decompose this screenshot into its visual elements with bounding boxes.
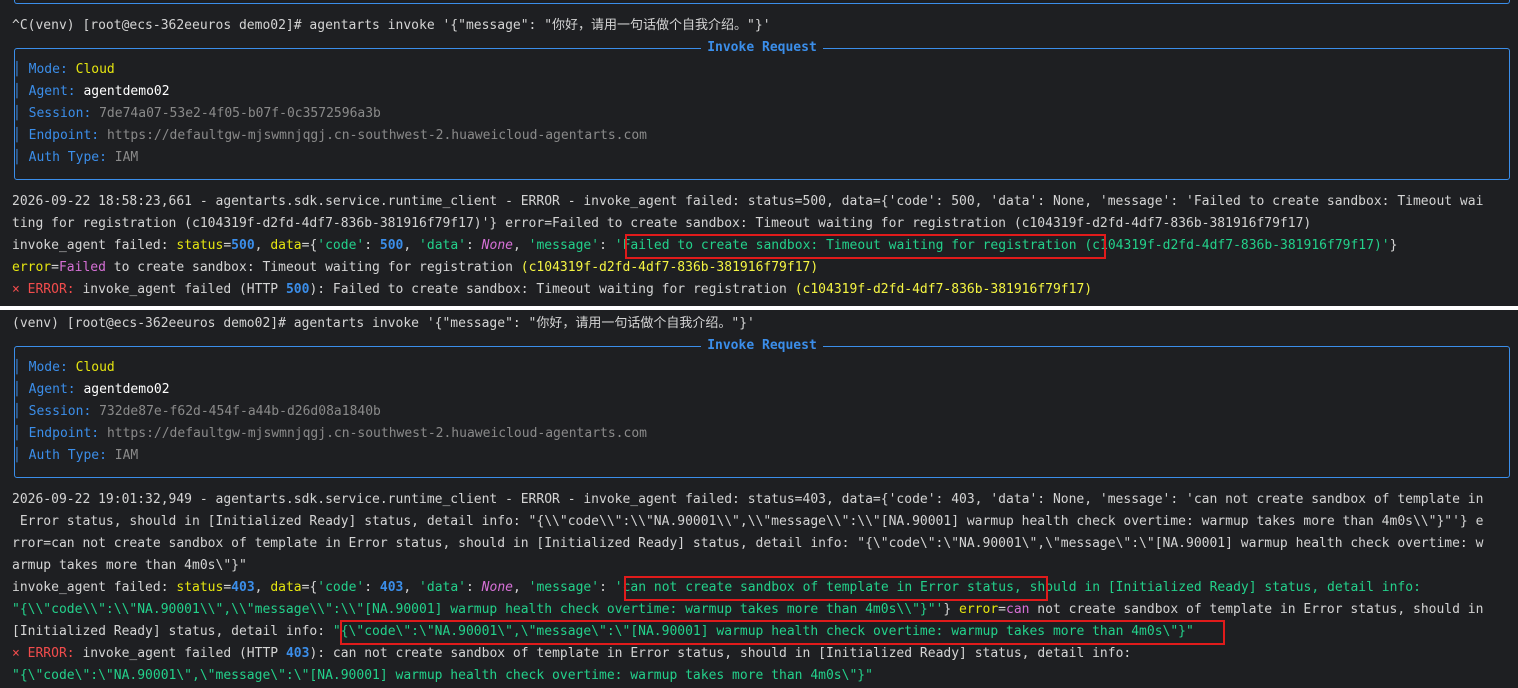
command-line: ^C(venv) [root@ecs-362eeuros demo02]# ag… bbox=[12, 18, 771, 33]
mode-row: │ Mode: Cloud bbox=[13, 62, 115, 77]
log-line: ting for registration (c104319f-d2fd-4df… bbox=[12, 216, 1312, 231]
auth-type-row: │ Auth Type: IAM bbox=[13, 448, 139, 463]
invoke-request-box: Invoke Request │ Mode: Cloud │ Agent: ag… bbox=[13, 338, 1510, 478]
error-summary-line-cont: "{\"code\":\"NA.90001\",\"message\":\"[N… bbox=[12, 668, 873, 683]
terminal-panel-top[interactable]: ^C(venv) [root@ecs-362eeuros demo02]# ag… bbox=[0, 0, 1518, 306]
invoke-request-box: Invoke Request │ Mode: Cloud │ Agent: ag… bbox=[13, 40, 1510, 180]
invoke-failed-line-cont: "{\\"code\\":\\"NA.90001\\",\\"message\\… bbox=[12, 602, 1484, 617]
agent-row: │ Agent: agentdemo02 bbox=[13, 382, 170, 397]
session-row: │ Session: 732de87e-f62d-454f-a44b-d26d0… bbox=[13, 404, 381, 419]
box-title: Invoke Request bbox=[15, 335, 1509, 357]
agent-row: │ Agent: agentdemo02 bbox=[13, 84, 170, 99]
endpoint-row: │ Endpoint: https://defaultgw-mjswmnjqgj… bbox=[13, 426, 647, 441]
endpoint-row: │ Endpoint: https://defaultgw-mjswmnjqgj… bbox=[13, 128, 647, 143]
log-line: rror=can not create sandbox of template … bbox=[12, 536, 1484, 551]
error-summary-line: × ERROR: invoke_agent failed (HTTP 500):… bbox=[12, 282, 1093, 297]
error-line: error=Failed to create sandbox: Timeout … bbox=[12, 260, 819, 275]
log-line: 2026-09-22 19:01:32,949 - agentarts.sdk.… bbox=[12, 492, 1484, 507]
highlight-box bbox=[340, 620, 1225, 645]
log-line: armup takes more than 4m0s\"}" bbox=[12, 558, 247, 573]
highlight-box bbox=[624, 576, 1048, 601]
log-line: 2026-09-22 18:58:23,661 - agentarts.sdk.… bbox=[12, 194, 1484, 209]
terminal-panel-bottom[interactable]: (venv) [root@ecs-362eeuros demo02]# agen… bbox=[0, 310, 1518, 688]
command-line: (venv) [root@ecs-362eeuros demo02]# agen… bbox=[12, 316, 755, 331]
session-row: │ Session: 7de74a07-53e2-4f05-b07f-0c357… bbox=[13, 106, 381, 121]
previous-box-border bbox=[14, 0, 1510, 4]
box-title: Invoke Request bbox=[15, 37, 1509, 59]
log-line: Error status, should in [Initialized Rea… bbox=[12, 514, 1484, 529]
highlight-box bbox=[625, 234, 1106, 259]
auth-type-row: │ Auth Type: IAM bbox=[13, 150, 139, 165]
error-summary-line: × ERROR: invoke_agent failed (HTTP 403):… bbox=[12, 646, 1132, 661]
mode-row: │ Mode: Cloud bbox=[13, 360, 115, 375]
